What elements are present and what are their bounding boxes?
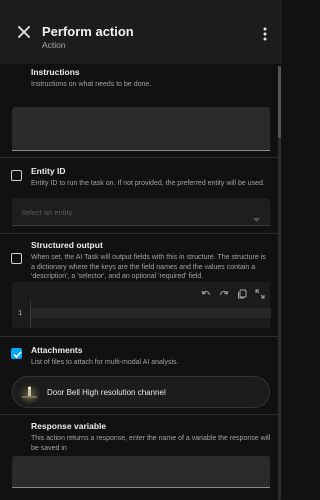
dialog-title: Perform action bbox=[42, 24, 134, 39]
dialog-subtitle: Action bbox=[42, 40, 66, 50]
more-vert-icon[interactable] bbox=[260, 26, 270, 42]
app-bar: Perform action Action bbox=[0, 0, 282, 64]
attachment-thumbnail bbox=[18, 381, 41, 404]
check-icon bbox=[13, 351, 22, 359]
response-variable-input[interactable] bbox=[12, 456, 270, 488]
entity-id-label: Entity ID bbox=[31, 166, 66, 176]
attachment-item[interactable]: Door Bell High resolution channel bbox=[12, 376, 270, 408]
redo-icon[interactable] bbox=[219, 286, 229, 296]
chevron-down-icon bbox=[253, 210, 260, 228]
active-line-highlight bbox=[31, 308, 271, 318]
close-icon[interactable] bbox=[16, 24, 32, 40]
entity-select[interactable]: Select an entity bbox=[12, 198, 270, 226]
instructions-description: Instructions on what needs to be done. bbox=[31, 81, 152, 88]
response-variable-description: This action returns a response, enter th… bbox=[31, 435, 271, 452]
section-divider bbox=[0, 336, 278, 337]
copy-icon[interactable] bbox=[237, 286, 247, 299]
entity-id-description: Entity ID to run the task on. If not pro… bbox=[31, 180, 265, 187]
attachments-description: List of files to attach for multi-modal … bbox=[31, 359, 179, 366]
attachments-label: Attachments bbox=[31, 345, 83, 355]
instructions-label: Instructions bbox=[31, 67, 80, 77]
structured-output-checkbox[interactable] bbox=[11, 253, 22, 264]
section-divider bbox=[0, 157, 278, 158]
fullscreen-icon[interactable] bbox=[255, 286, 265, 299]
structured-output-label: Structured output bbox=[31, 240, 103, 250]
entity-select-placeholder: Select an entity bbox=[21, 208, 73, 217]
attachment-name: Door Bell High resolution channel bbox=[47, 388, 166, 397]
undo-icon[interactable] bbox=[201, 286, 211, 296]
instructions-input[interactable] bbox=[12, 107, 270, 151]
code-editor-toolbar bbox=[12, 282, 270, 300]
line-number: 1 bbox=[18, 310, 23, 318]
structured-output-description: When set, the AI Task will output fields… bbox=[31, 254, 266, 280]
attachments-checkbox[interactable] bbox=[11, 348, 22, 359]
section-divider bbox=[0, 414, 278, 415]
code-editor[interactable]: 1 bbox=[12, 282, 271, 328]
code-input[interactable] bbox=[30, 300, 271, 328]
response-variable-label: Response variable bbox=[31, 421, 107, 431]
scrollbar-thumb[interactable] bbox=[278, 66, 281, 138]
section-divider bbox=[0, 233, 278, 234]
entity-id-checkbox[interactable] bbox=[11, 170, 22, 181]
